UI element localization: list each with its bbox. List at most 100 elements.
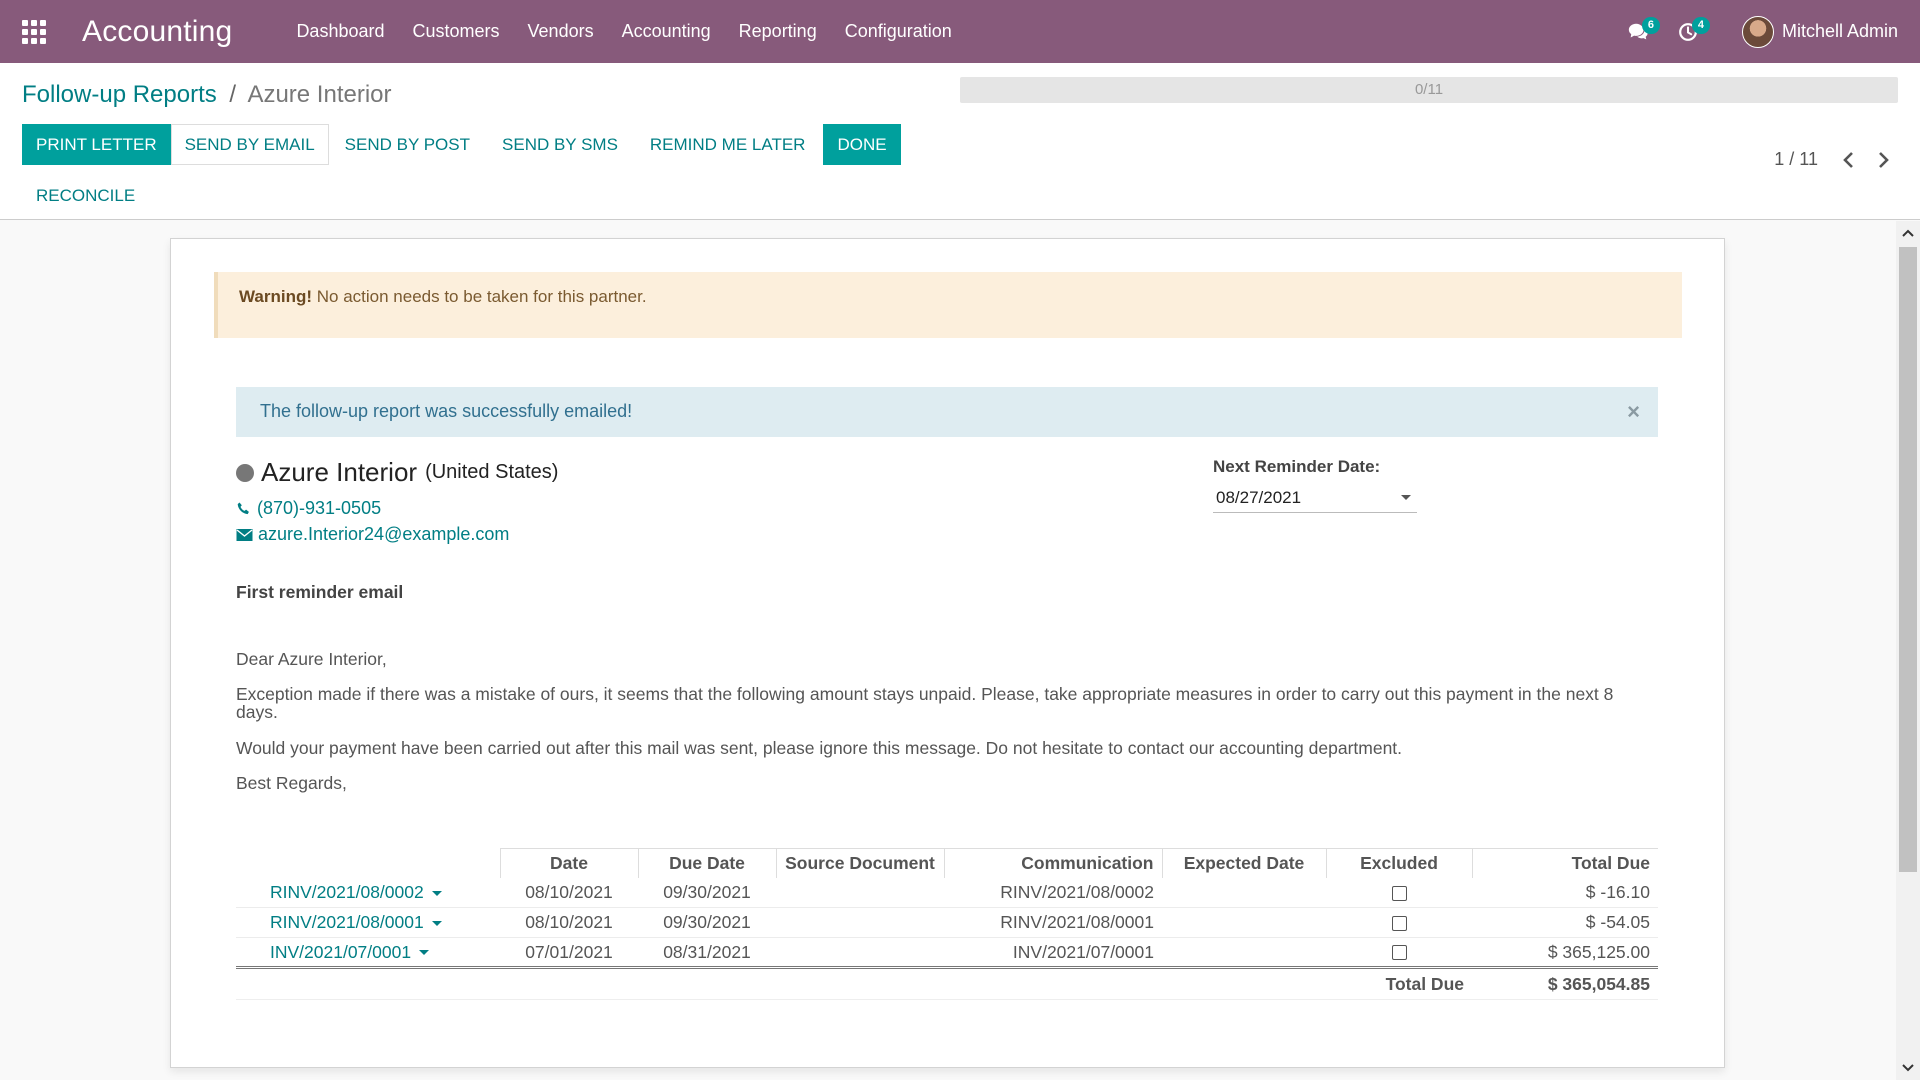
- remind-me-later-button[interactable]: REMIND ME LATER: [636, 124, 820, 165]
- caret-down-icon: [1401, 495, 1411, 500]
- pager-value: 1 / 11: [1774, 149, 1818, 169]
- cell-expected-date[interactable]: [1162, 907, 1326, 938]
- column-header-date: Date: [499, 848, 638, 878]
- table-row: INV/2021/07/0001 07/01/2021 08/31/2021 I…: [236, 937, 1658, 968]
- total-blank: [236, 966, 500, 1000]
- total-blank: [638, 966, 776, 1000]
- cell-excluded: [1326, 907, 1472, 938]
- messaging-button[interactable]: 6: [1620, 16, 1660, 47]
- cell-communication: INV/2021/07/0001: [944, 937, 1162, 968]
- menu-configuration[interactable]: Configuration: [831, 21, 966, 42]
- avatar: [1741, 15, 1774, 48]
- menu-reporting[interactable]: Reporting: [725, 21, 831, 42]
- breadcrumb-followup-reports[interactable]: Follow-up Reports: [22, 81, 217, 108]
- print-letter-button[interactable]: PRINT LETTER: [22, 124, 171, 165]
- menu-accounting[interactable]: Accounting: [608, 21, 725, 42]
- send-by-sms-button[interactable]: SEND BY SMS: [488, 124, 632, 165]
- user-name: Mitchell Admin: [1781, 21, 1898, 41]
- send-by-post-button[interactable]: SEND BY POST: [331, 124, 484, 165]
- invoices-table: Date Due Date Source Document Communicat…: [236, 848, 1658, 1000]
- caret-down-icon[interactable]: [431, 920, 442, 926]
- excluded-checkbox[interactable]: [1391, 915, 1407, 931]
- excluded-checkbox[interactable]: [1391, 885, 1407, 901]
- total-blank: [776, 966, 944, 1000]
- pager-previous-button[interactable]: [1842, 151, 1856, 169]
- column-header-expected-date: Expected Date: [1161, 848, 1326, 878]
- app-brand[interactable]: Accounting: [82, 15, 232, 49]
- chevron-down-icon: [1902, 1064, 1914, 1072]
- followup-report-sheet: Warning! No action needs to be taken for…: [170, 238, 1725, 1068]
- scroll-up-button[interactable]: [1896, 223, 1920, 243]
- invoice-link[interactable]: INV/2021/07/0001: [236, 937, 500, 968]
- partner-header: Azure Interior (United States): [236, 457, 558, 488]
- apps-menu-icon[interactable]: [22, 19, 46, 44]
- menu-customers[interactable]: Customers: [399, 21, 514, 42]
- partner-status-dot: [236, 463, 254, 482]
- letter-paragraph-2: Would your payment have been carried out…: [236, 738, 1403, 758]
- cell-expected-date[interactable]: [1162, 937, 1326, 968]
- menu-dashboard[interactable]: Dashboard: [282, 21, 398, 42]
- user-menu[interactable]: Mitchell Admin: [1741, 15, 1898, 48]
- reconcile-button[interactable]: RECONCILE: [22, 175, 149, 216]
- scrollbar-thumb[interactable]: [1899, 247, 1917, 872]
- caret-down-icon[interactable]: [431, 890, 442, 896]
- next-reminder-label: Next Reminder Date:: [1213, 457, 1381, 476]
- partner-phone-link[interactable]: (870)-931-0505: [236, 498, 381, 519]
- invoice-ref: RINV/2021/08/0002: [270, 881, 424, 902]
- cell-total-due: $ -16.10: [1472, 877, 1658, 908]
- next-reminder-date-field: Next Reminder Date: 08/27/2021: [1213, 457, 1417, 513]
- cell-source-document: [776, 937, 944, 968]
- done-button[interactable]: DONE: [823, 124, 901, 165]
- excluded-checkbox[interactable]: [1391, 945, 1407, 961]
- activities-count-badge: 4: [1691, 16, 1710, 34]
- table-row: RINV/2021/08/0001 08/10/2021 09/30/2021 …: [236, 907, 1658, 938]
- table-header-blank: [236, 849, 500, 878]
- warning-banner: Warning! No action needs to be taken for…: [214, 272, 1682, 338]
- action-buttons: PRINT LETTER SEND BY EMAIL SEND BY POST …: [22, 124, 901, 165]
- invoice-link[interactable]: RINV/2021/08/0001: [236, 907, 500, 938]
- pager: 1 / 11: [1774, 149, 1892, 170]
- envelope-icon: [236, 528, 253, 541]
- cell-communication: RINV/2021/08/0001: [944, 907, 1162, 938]
- warning-title: Warning!: [239, 287, 313, 306]
- breadcrumb-current: Azure Interior: [247, 81, 392, 108]
- cell-due-date: 09/30/2021: [638, 877, 776, 908]
- cell-excluded: [1326, 877, 1472, 908]
- close-icon[interactable]: ×: [1627, 399, 1640, 425]
- next-reminder-date-input[interactable]: 08/27/2021: [1213, 483, 1417, 513]
- scroll-down-button[interactable]: [1896, 1058, 1920, 1078]
- systray: 6 4 Mitchell Admin: [1620, 0, 1898, 63]
- total-due-value: $ 365,054.85: [1472, 966, 1658, 1000]
- partner-name: Azure Interior: [261, 457, 418, 487]
- chevron-right-icon: [1879, 151, 1889, 168]
- total-blank: [1162, 966, 1326, 1000]
- next-reminder-date-value: 08/27/2021: [1216, 487, 1302, 507]
- activities-button[interactable]: 4: [1670, 16, 1710, 47]
- table-row: RINV/2021/08/0002 08/10/2021 09/30/2021 …: [236, 877, 1658, 908]
- breadcrumb-separator: /: [229, 81, 237, 108]
- column-header-due-date: Due Date: [637, 848, 776, 878]
- warning-text: No action needs to be taken for this par…: [312, 287, 647, 306]
- partner-email: azure.Interior24@example.com: [258, 524, 510, 544]
- vertical-scrollbar[interactable]: [1896, 221, 1920, 1080]
- total-blank: [500, 966, 638, 1000]
- cell-source-document: [776, 907, 944, 938]
- invoice-link[interactable]: RINV/2021/08/0002: [236, 877, 500, 908]
- menu-vendors[interactable]: Vendors: [514, 21, 608, 42]
- pager-next-button[interactable]: [1878, 151, 1892, 169]
- caret-down-icon[interactable]: [419, 950, 430, 956]
- partner-country: (United States): [425, 461, 559, 483]
- send-by-email-button[interactable]: SEND BY EMAIL: [170, 124, 329, 165]
- total-due-label: Total Due: [1326, 966, 1472, 1000]
- breadcrumb: Follow-up Reports / Azure Interior: [22, 81, 392, 109]
- cell-date: 07/01/2021: [500, 937, 638, 968]
- cell-total-due: $ 365,125.00: [1472, 937, 1658, 968]
- column-header-total-due: Total Due: [1471, 848, 1658, 878]
- partner-email-link[interactable]: azure.Interior24@example.com: [236, 524, 509, 545]
- cell-date: 08/10/2021: [500, 877, 638, 908]
- cell-source-document: [776, 877, 944, 908]
- chevron-left-icon: [1843, 151, 1853, 168]
- email-subject: First reminder email: [236, 582, 404, 602]
- cell-expected-date[interactable]: [1162, 877, 1326, 908]
- partner-phone: (870)-931-0505: [257, 498, 382, 518]
